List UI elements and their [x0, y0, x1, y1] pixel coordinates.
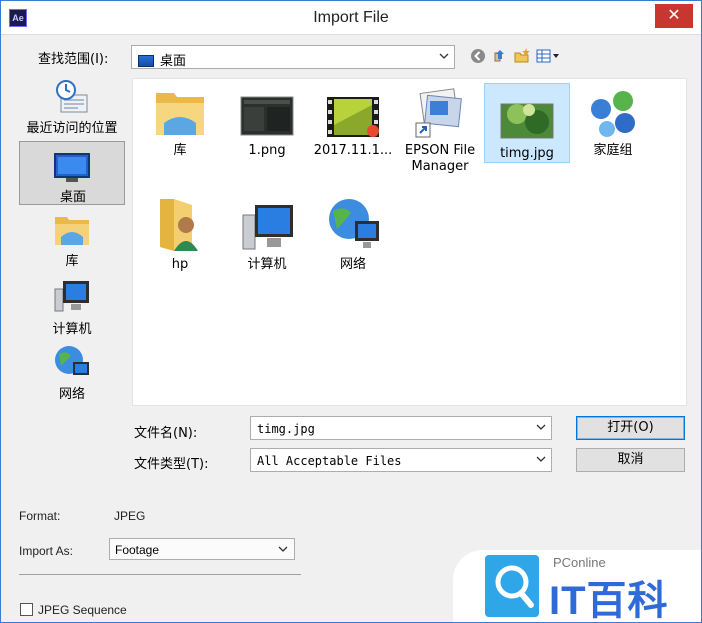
- file-item[interactable]: 计算机: [224, 195, 310, 273]
- place-desktop[interactable]: 桌面: [19, 141, 125, 205]
- libraries-icon: [156, 93, 204, 135]
- import-as-dropdown[interactable]: Footage: [109, 538, 295, 560]
- jpeg-sequence-checkbox[interactable]: [20, 603, 33, 616]
- view-menu-icon[interactable]: [535, 47, 561, 65]
- file-item[interactable]: hp: [137, 195, 223, 273]
- place-label: 网络: [58, 387, 85, 402]
- look-in-label: 查找范围(I):: [38, 52, 109, 67]
- close-button[interactable]: ✕: [655, 4, 693, 28]
- file-label: hp: [171, 257, 189, 272]
- import-as-value: Footage: [115, 543, 160, 557]
- libraries-icon: [55, 217, 89, 245]
- format-label: Format:: [19, 509, 61, 523]
- file-item[interactable]: 库: [137, 85, 223, 159]
- file-item[interactable]: 网络: [310, 195, 396, 273]
- file-name-value: timg.jpg: [257, 422, 315, 436]
- desktop-icon: [138, 55, 154, 67]
- jpeg-sequence-label: JPEG Sequence: [38, 603, 127, 617]
- chevron-down-icon[interactable]: [535, 421, 547, 433]
- watermark-big-text: IT百科: [549, 579, 669, 623]
- file-label: EPSON File Manager: [404, 143, 476, 174]
- homegroup-icon: [591, 91, 635, 137]
- file-item-selected[interactable]: timg.jpg: [484, 83, 570, 163]
- video-thumbnail-icon: [327, 97, 379, 137]
- file-label: 库: [173, 143, 187, 158]
- new-folder-icon[interactable]: [513, 47, 531, 65]
- chevron-down-icon: [439, 53, 449, 59]
- place-label: 库: [65, 254, 79, 269]
- look-in-value: 桌面: [160, 54, 187, 69]
- file-item[interactable]: 家庭组: [570, 85, 656, 159]
- up-folder-icon[interactable]: [491, 47, 509, 65]
- epson-shortcut-icon: [415, 88, 462, 138]
- recent-places-icon: [56, 80, 88, 113]
- file-item[interactable]: 1.png: [224, 85, 310, 159]
- user-folder-icon: [160, 199, 198, 251]
- dialog-title: Import File: [313, 9, 389, 26]
- file-item[interactable]: 2017.11.1...: [310, 85, 396, 159]
- image-thumbnail-icon: [240, 96, 294, 136]
- import-file-dialog: Ae Import File ✕ 查找范围(I): 桌面 最近访问的位置 桌面 …: [0, 0, 702, 623]
- file-label: 1.png: [248, 143, 286, 158]
- places-bar: 最近访问的位置 桌面 库 计算机 网络: [19, 79, 127, 409]
- file-label: 计算机: [247, 257, 287, 272]
- pconline-logo-icon: [485, 555, 539, 617]
- back-icon[interactable]: [469, 47, 487, 65]
- place-computer[interactable]: 计算机: [19, 279, 125, 337]
- computer-icon: [54, 281, 89, 312]
- desktop-icon: [54, 153, 90, 182]
- file-label: 网络: [339, 257, 366, 272]
- file-type-dropdown[interactable]: All Acceptable Files: [250, 448, 552, 472]
- file-label: 家庭组: [593, 143, 633, 158]
- divider: [19, 574, 301, 575]
- file-label: 2017.11.1...: [313, 143, 393, 158]
- place-label: 桌面: [59, 190, 86, 205]
- file-type-value: All Acceptable Files: [257, 454, 402, 468]
- title-bar[interactable]: Ae Import File ✕: [1, 1, 701, 35]
- file-type-label: 文件类型(T):: [134, 457, 209, 472]
- chevron-down-icon: [278, 546, 288, 552]
- file-list[interactable]: 库 1.png 2017.11.1... EPSON File Manager: [132, 78, 687, 406]
- look-in-dropdown[interactable]: 桌面: [131, 45, 455, 69]
- place-recent[interactable]: 最近访问的位置: [19, 79, 125, 137]
- place-label: 计算机: [52, 322, 92, 337]
- format-value: JPEG: [114, 509, 146, 523]
- network-icon: [55, 346, 89, 375]
- cancel-button[interactable]: 取消: [576, 448, 685, 472]
- place-libraries[interactable]: 库: [19, 211, 125, 269]
- import-as-label: Import As:: [19, 544, 74, 558]
- computer-icon: [242, 205, 293, 250]
- place-label: 最近访问的位置: [26, 121, 118, 136]
- file-item[interactable]: EPSON File Manager: [397, 85, 483, 175]
- network-icon: [329, 199, 379, 248]
- place-network[interactable]: 网络: [19, 344, 125, 402]
- open-button[interactable]: 打开(O): [576, 416, 685, 440]
- file-name-input[interactable]: timg.jpg: [250, 416, 552, 440]
- chevron-down-icon: [536, 456, 546, 462]
- pconline-watermark: PConline IT百科: [453, 550, 701, 623]
- file-name-label: 文件名(N):: [134, 426, 198, 441]
- image-thumbnail-icon: [500, 103, 554, 139]
- file-label: timg.jpg: [500, 146, 554, 161]
